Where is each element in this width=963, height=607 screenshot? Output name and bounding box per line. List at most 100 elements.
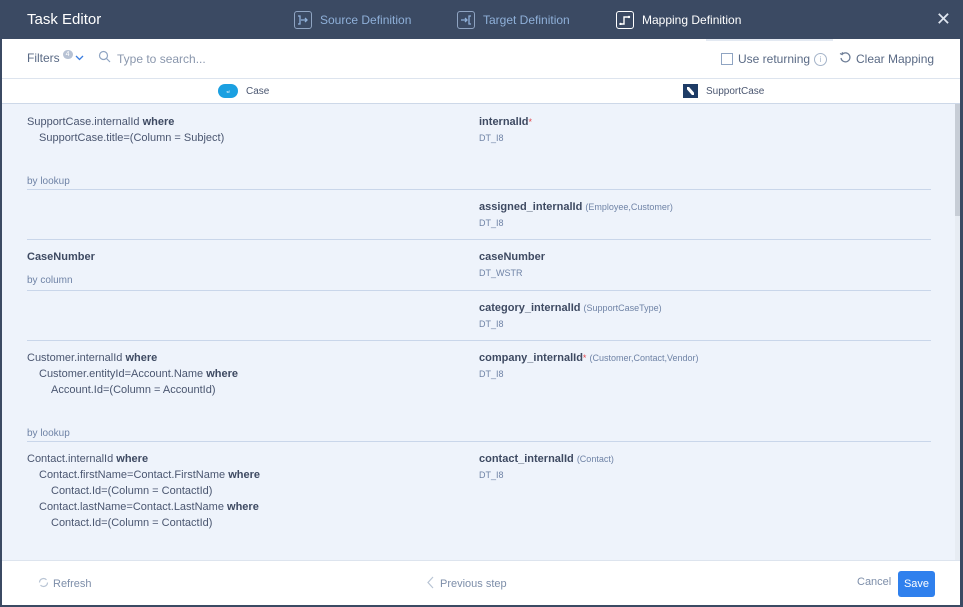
expression-text: Contact.Id=(Column = ContactId) (51, 517, 213, 529)
lookup-expression-line: SupportCase.title=(Column = Subject) (27, 130, 447, 146)
expression-text: SupportCase.internalId (27, 116, 140, 128)
close-icon[interactable]: ✕ (936, 10, 951, 28)
target-field: internalId* DT_I8 (479, 114, 532, 143)
expression-text: Customer.entityId=Account.Name (39, 368, 204, 380)
target-field-name: category_internalId (479, 302, 581, 314)
target-field-name-line: caseNumber (479, 249, 545, 265)
filters-dropdown[interactable]: Filters 4 (27, 49, 84, 65)
use-returning-checkbox[interactable] (721, 53, 733, 65)
use-returning-label: Use returning (738, 52, 811, 66)
tab-mapping-definition[interactable]: Mapping Definition (616, 9, 741, 31)
clear-mapping-label: Clear Mapping (856, 52, 935, 66)
info-icon[interactable]: i (814, 52, 828, 66)
target-field-name: internalId (479, 116, 529, 128)
mapping-row[interactable]: CaseNumber by column caseNumber DT_WSTR (27, 239, 931, 291)
keyword-where: where (228, 469, 260, 481)
source-field: CaseNumber (27, 251, 95, 263)
tab-label: Target Definition (483, 13, 570, 27)
source-expression: SupportCase.internalId where SupportCase.… (27, 114, 447, 146)
filters-label: Filters (27, 51, 60, 65)
target-entity: SupportCase (683, 84, 764, 98)
mapping-row[interactable]: SupportCase.internalId where SupportCase.… (27, 104, 931, 190)
window-title: Task Editor (27, 11, 102, 28)
entity-header: sf Case SupportCase (2, 79, 960, 104)
lookup-expression-line: Customer.internalId where (27, 350, 447, 366)
mapping-method: by lookup (27, 176, 70, 187)
mapping-row[interactable]: category_internalId (SupportCaseType) DT_… (27, 290, 931, 341)
reset-icon (839, 51, 852, 67)
target-field-name-line: category_internalId (SupportCaseType) (479, 300, 662, 316)
tab-target-definition[interactable]: Target Definition (457, 9, 570, 31)
mapping-row[interactable]: Contact.internalId where Contact.firstNam… (27, 441, 931, 560)
search-input[interactable] (111, 52, 317, 66)
target-field-name-line: internalId* (479, 114, 532, 130)
mapping-list: SupportCase.internalId where SupportCase.… (2, 104, 960, 560)
target-field: company_internalId* (Customer,Contact,Ve… (479, 350, 699, 379)
expression-text: Account.Id=(Column = AccountId) (51, 384, 216, 396)
mapping-method: by lookup (27, 428, 70, 439)
expression-text: SupportCase.title=(Column = Subject) (39, 132, 225, 144)
lookup-expression-line: Contact.internalId where (27, 451, 447, 467)
target-field-name: assigned_internalId (479, 201, 583, 213)
refresh-icon (37, 576, 50, 592)
target-entity-name: SupportCase (706, 85, 765, 97)
expression-text: Contact.Id=(Column = ContactId) (51, 485, 213, 497)
keyword-where: where (206, 368, 239, 380)
source-entity-name: Case (246, 85, 270, 97)
lookup-expression-line: SupportCase.internalId where (27, 114, 447, 130)
target-field-name-line: assigned_internalId (Employee,Customer) (479, 199, 673, 215)
scrollbar-thumb[interactable] (955, 104, 960, 216)
target-field-references: (SupportCaseType) (583, 303, 662, 313)
target-field-name: company_internalId (479, 352, 583, 364)
cancel-button[interactable]: Cancel (857, 576, 891, 588)
target-field: category_internalId (SupportCaseType) DT_… (479, 300, 662, 329)
mapping-panel: Filters 4 Use returning i Clear Mapping (2, 39, 960, 605)
source-expression: Contact.internalId where Contact.firstNam… (27, 451, 447, 531)
scrollbar[interactable] (955, 104, 960, 560)
target-field-type: DT_I8 (479, 470, 504, 480)
target-field-type: DT_I8 (479, 218, 504, 228)
keyword-where: where (227, 501, 259, 513)
required-marker: * (528, 117, 533, 127)
target-field-references: (Customer,Contact,Vendor) (589, 353, 699, 363)
lookup-expression-line: Contact.firstName=Contact.FirstName wher… (27, 467, 447, 483)
refresh-label: Refresh (53, 578, 92, 590)
target-field-references: (Employee,Customer) (585, 202, 673, 212)
keyword-where: where (142, 116, 175, 128)
source-expression: CaseNumber (27, 249, 447, 265)
chevron-down-icon (75, 53, 84, 64)
keyword-where: where (125, 352, 158, 364)
expression-text: Customer.internalId (27, 352, 123, 364)
target-field-name: caseNumber (479, 251, 546, 263)
salesforce-logo-icon: sf (218, 84, 238, 98)
target-field-name: contact_internalId (479, 453, 574, 465)
mapping-method: by column (27, 275, 73, 286)
save-button[interactable]: Save (898, 571, 935, 597)
source-definition-icon (294, 11, 312, 29)
previous-step-button[interactable]: Previous step (427, 576, 507, 592)
lookup-expression-line: Contact.lastName=Contact.LastName where (27, 499, 447, 515)
toolbar: Filters 4 Use returning i Clear Mapping (2, 39, 960, 79)
tab-source-definition[interactable]: Source Definition (294, 9, 411, 31)
previous-step-label: Previous step (440, 578, 507, 590)
clear-mapping-button[interactable]: Clear Mapping (839, 51, 934, 67)
expression-text: Contact.internalId (27, 453, 114, 465)
target-field-type: DT_WSTR (479, 268, 523, 278)
keyword-where: where (116, 453, 149, 465)
expression-text: Contact.firstName=Contact.FirstName (39, 469, 226, 481)
lookup-expression-line: Contact.Id=(Column = ContactId) (27, 515, 447, 531)
tab-label: Source Definition (320, 13, 412, 27)
lookup-expression-line: Contact.Id=(Column = ContactId) (27, 483, 447, 499)
required-marker: * (582, 353, 587, 363)
chevron-left-icon (427, 576, 434, 592)
netsuite-logo-icon (683, 84, 698, 98)
mapping-row[interactable]: assigned_internalId (Employee,Customer) D… (27, 189, 931, 240)
target-field: caseNumber DT_WSTR (479, 249, 545, 278)
target-definition-icon (457, 11, 475, 29)
mapping-row[interactable]: Customer.internalId where Customer.entity… (27, 340, 931, 442)
divider (706, 39, 833, 41)
use-returning-option: Use returning i (721, 52, 828, 66)
expression-text: Contact.lastName=Contact.LastName (39, 501, 224, 513)
refresh-button[interactable]: Refresh (37, 576, 92, 592)
lookup-expression-line: Customer.entityId=Account.Name where (27, 366, 447, 382)
